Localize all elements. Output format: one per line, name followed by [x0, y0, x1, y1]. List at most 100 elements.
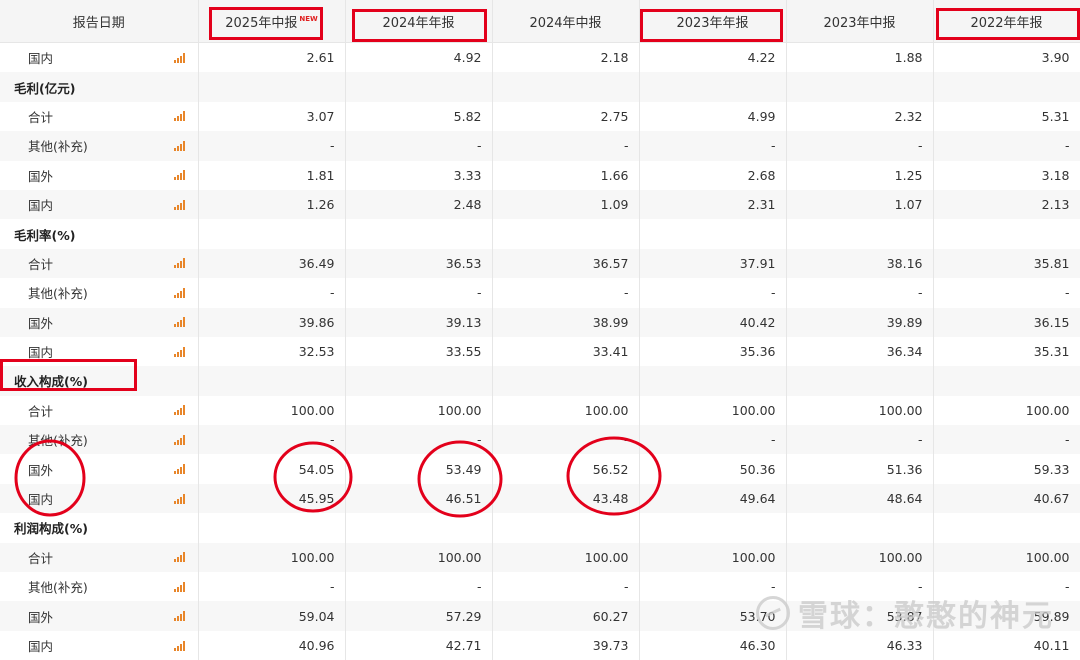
watermark: 雪球：憨憨的神元 [756, 591, 1054, 635]
row-label: 其他(补充) [0, 572, 199, 602]
value-cell: 46.33 [786, 630, 934, 660]
value-cell: - [492, 425, 640, 455]
bar-chart-icon[interactable] [173, 140, 186, 151]
value-cell: 46.30 [639, 630, 787, 660]
value-cell: 59.04 [198, 601, 346, 631]
table-row: 其他(补充) - - - - - - [0, 131, 1080, 161]
watermark-text: 雪球：憨憨的神元 [798, 599, 1054, 634]
column-header[interactable]: 2023年中报 [786, 0, 934, 43]
value-cell: - [639, 278, 787, 308]
bar-chart-icon[interactable] [173, 581, 186, 592]
section-header-row: 毛利(亿元) [0, 72, 1080, 102]
column-header[interactable]: 2023年年报 [639, 0, 787, 43]
bar-chart-icon[interactable] [173, 287, 186, 298]
row-label: 其他(补充) [0, 278, 199, 308]
value-cell: 39.13 [345, 307, 493, 337]
bar-chart-icon[interactable] [173, 199, 186, 210]
value-cell: 100.00 [639, 395, 787, 426]
value-cell: 100.00 [492, 542, 640, 573]
value-cell: - [933, 131, 1080, 161]
value-cell [198, 219, 346, 249]
value-cell: 1.25 [786, 160, 934, 190]
value-cell [198, 72, 346, 102]
value-cell: 1.07 [786, 189, 934, 220]
table-row: 国内 40.96 42.71 39.73 46.30 46.33 40.11 [0, 630, 1080, 660]
bar-chart-icon[interactable] [173, 170, 186, 181]
value-cell: 100.00 [345, 542, 493, 573]
value-cell: - [492, 131, 640, 161]
value-cell: 4.92 [345, 42, 493, 73]
table-header-row: 报告日期 2025年中报 NEW 2024年年报 2024年中报 2023年年报 … [0, 0, 1080, 43]
bar-chart-icon[interactable] [173, 258, 186, 269]
row-label: 合计 [0, 101, 199, 132]
value-cell [345, 513, 493, 543]
value-cell: 100.00 [786, 395, 934, 426]
row-label: 合计 [0, 248, 199, 279]
value-cell: 60.27 [492, 601, 640, 631]
value-cell: 53.49 [345, 454, 493, 484]
table-row: 其他(补充) - - - - - - [0, 278, 1080, 308]
bar-chart-icon[interactable] [173, 493, 186, 504]
value-cell: 36.57 [492, 248, 640, 279]
bar-chart-icon[interactable] [173, 464, 186, 475]
row-label: 国内 [0, 630, 199, 660]
new-badge: NEW [299, 15, 318, 24]
row-label-text: 收入构成(%) [14, 374, 88, 390]
value-cell: 32.53 [198, 336, 346, 367]
row-label: 国内 [0, 42, 199, 73]
table-row: 国外 39.86 39.13 38.99 40.42 39.89 36.15 [0, 307, 1080, 337]
value-cell: 100.00 [198, 542, 346, 573]
row-label-text: 利润构成(%) [14, 521, 88, 537]
bar-chart-icon[interactable] [173, 640, 186, 651]
value-cell: 54.05 [198, 454, 346, 484]
value-cell [786, 366, 934, 396]
table-row: 国外 54.05 53.49 56.52 50.36 51.36 59.33 [0, 454, 1080, 484]
value-cell: 45.95 [198, 483, 346, 514]
value-cell: 59.33 [933, 454, 1080, 484]
value-cell [786, 72, 934, 102]
value-cell: 38.16 [786, 248, 934, 279]
value-cell: - [345, 278, 493, 308]
column-header[interactable]: 2024年中报 [492, 0, 640, 43]
value-cell: 36.34 [786, 336, 934, 367]
value-cell: 37.91 [639, 248, 787, 279]
value-cell: 1.09 [492, 189, 640, 220]
section-header-row: 毛利率(%) [0, 219, 1080, 249]
bar-chart-icon[interactable] [173, 611, 186, 622]
row-label: 收入构成(%) [0, 366, 199, 396]
value-cell: - [198, 572, 346, 602]
table-row: 国外 1.81 3.33 1.66 2.68 1.25 3.18 [0, 160, 1080, 190]
value-cell: 40.96 [198, 630, 346, 660]
value-cell: 40.42 [639, 307, 787, 337]
row-label: 国外 [0, 160, 199, 190]
value-cell: - [639, 131, 787, 161]
value-cell: 5.82 [345, 101, 493, 132]
value-cell [345, 219, 493, 249]
value-cell: 2.61 [198, 42, 346, 73]
row-label-text: 毛利(亿元) [14, 80, 76, 96]
table-row: 合计 36.49 36.53 36.57 37.91 38.16 35.81 [0, 248, 1080, 279]
value-cell [345, 366, 493, 396]
bar-chart-icon[interactable] [173, 405, 186, 416]
value-cell: 33.41 [492, 336, 640, 367]
value-cell: 49.64 [639, 483, 787, 514]
bar-chart-icon[interactable] [173, 111, 186, 122]
column-header[interactable]: 2024年年报 [345, 0, 493, 43]
value-cell: 100.00 [492, 395, 640, 426]
value-cell: 1.26 [198, 189, 346, 220]
value-cell: 48.64 [786, 483, 934, 514]
value-cell [639, 513, 787, 543]
bar-chart-icon[interactable] [173, 346, 186, 357]
row-label: 毛利率(%) [0, 219, 199, 249]
row-label-text: 国外 [28, 168, 54, 184]
value-cell: 2.68 [639, 160, 787, 190]
column-header[interactable]: 2025年中报 NEW [198, 0, 346, 43]
bar-chart-icon[interactable] [173, 52, 186, 63]
value-cell: - [492, 278, 640, 308]
column-header[interactable]: 2022年年报 [933, 0, 1080, 43]
bar-chart-icon[interactable] [173, 434, 186, 445]
bar-chart-icon[interactable] [173, 552, 186, 563]
value-cell: 2.31 [639, 189, 787, 220]
value-cell: - [786, 131, 934, 161]
bar-chart-icon[interactable] [173, 317, 186, 328]
